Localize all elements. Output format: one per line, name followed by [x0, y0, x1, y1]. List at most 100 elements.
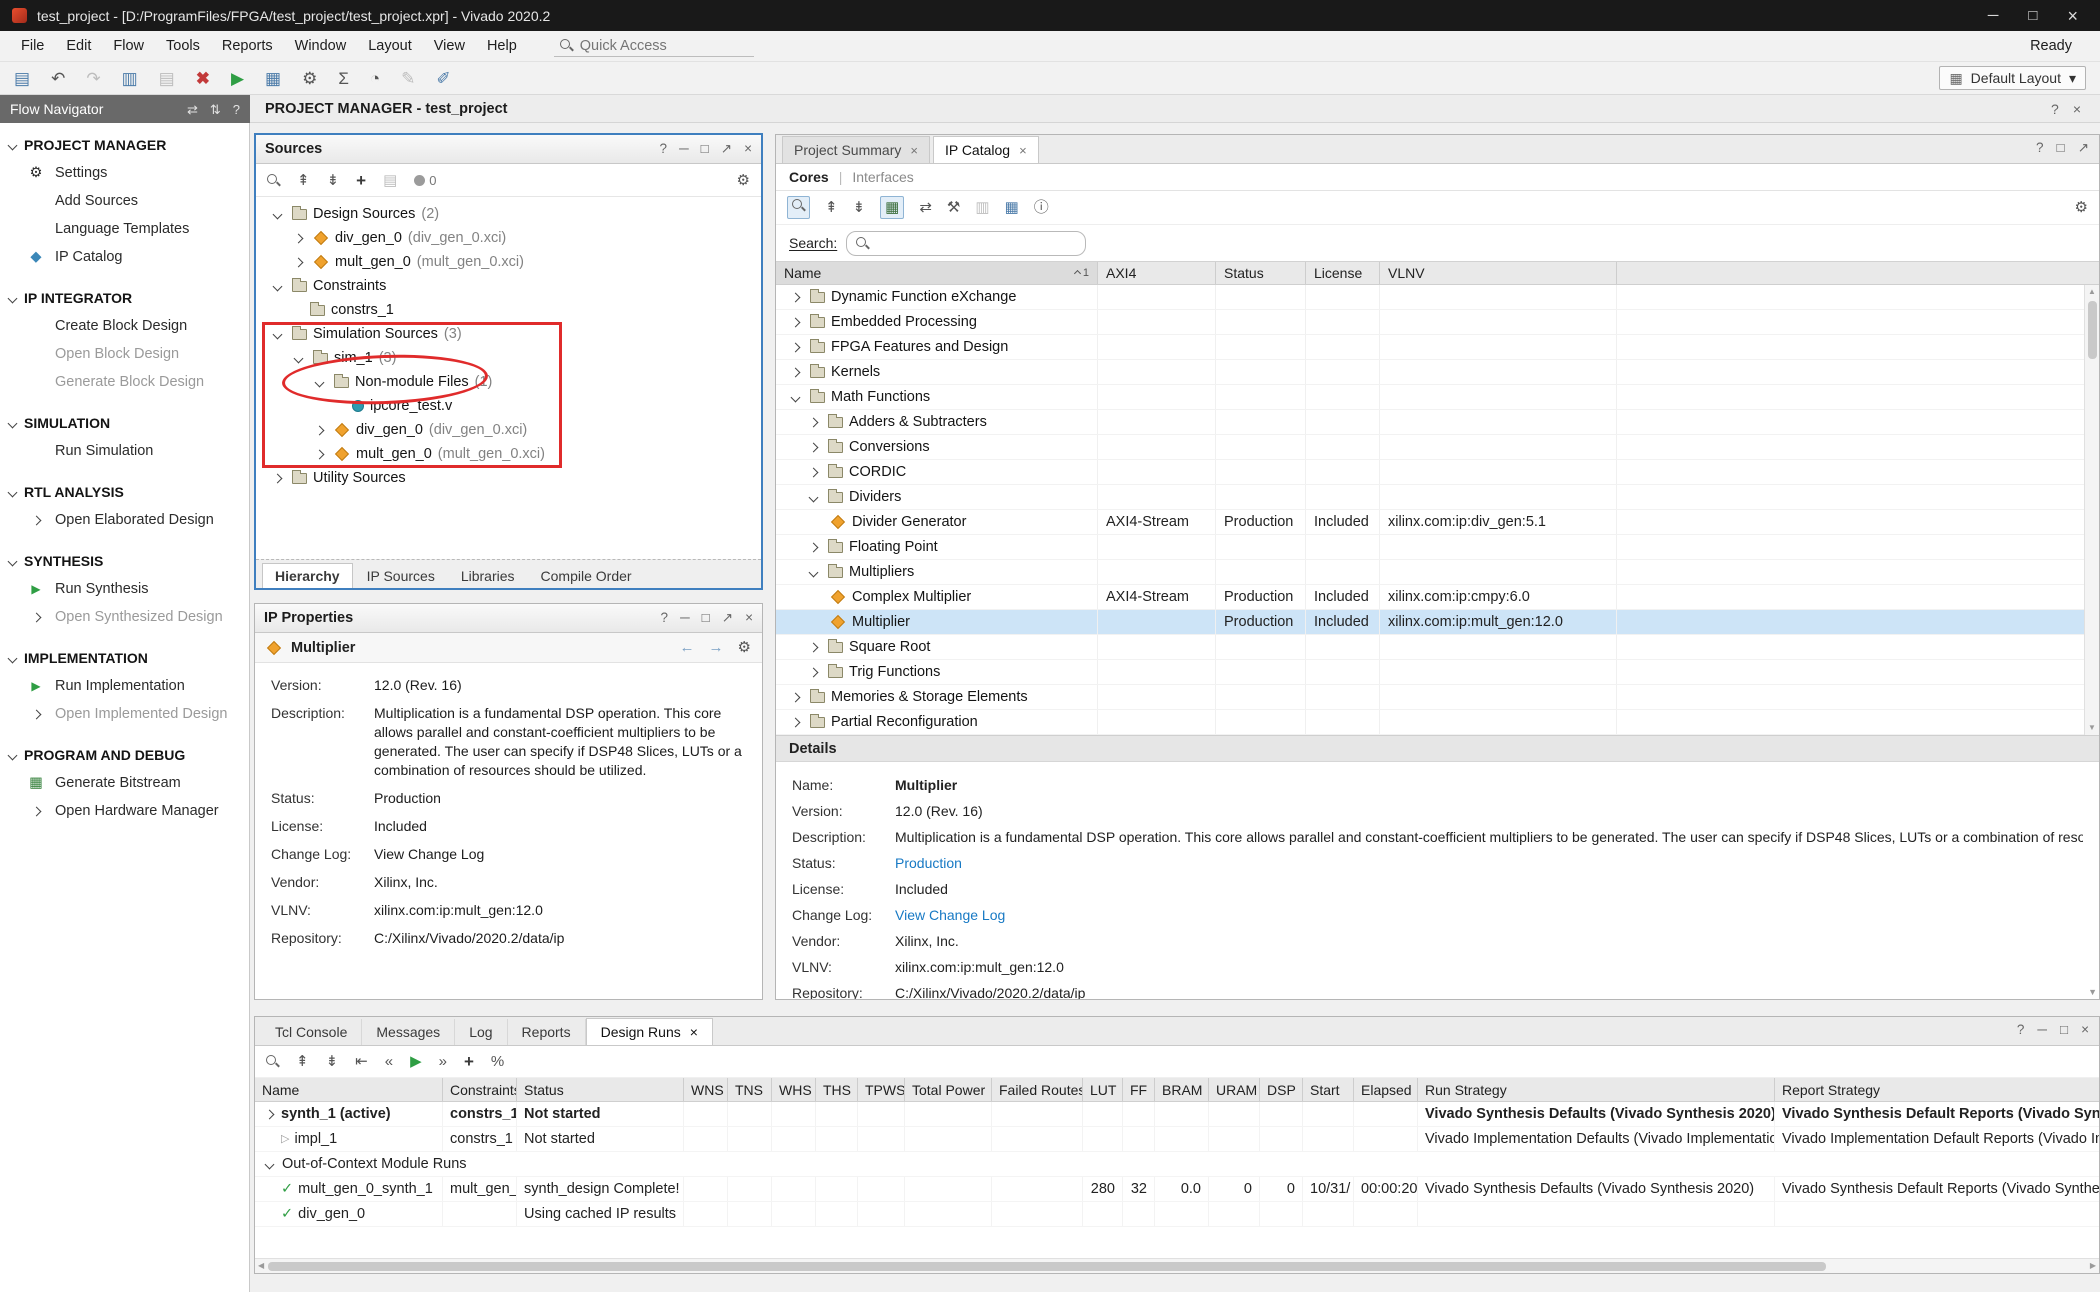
add-to-design-icon[interactable] [919, 200, 932, 215]
catalog-row-dividers[interactable]: Dividers [776, 485, 2099, 510]
help-icon[interactable] [2051, 102, 2059, 116]
tab-project-summary[interactable]: Project Summary [782, 136, 930, 163]
nav-run-simulation[interactable]: Run Simulation [0, 437, 249, 465]
catalog-row[interactable]: Floating Point [776, 535, 2099, 560]
nav-open-hardware-manager[interactable]: Open Hardware Manager [0, 797, 249, 825]
menu-layout[interactable]: Layout [357, 34, 423, 58]
collapse-chevron-icon[interactable] [289, 355, 307, 362]
column-tns[interactable]: TNS [728, 1078, 772, 1101]
expand-chevron-icon[interactable] [289, 235, 307, 242]
search-icon[interactable] [267, 174, 280, 187]
close-tab-icon[interactable] [910, 144, 918, 157]
tree-row-non-module-files[interactable]: Non-module Files(1) [256, 370, 761, 394]
collapse-chevron-icon[interactable] [804, 494, 822, 501]
layout-selector[interactable]: Default Layout [1939, 66, 2086, 90]
column-start[interactable]: Start [1303, 1078, 1354, 1101]
scrollbar-thumb[interactable] [2088, 301, 2097, 359]
wand-icon[interactable] [436, 70, 450, 87]
expand-chevron-icon[interactable] [289, 259, 307, 266]
column-tpws[interactable]: TPWS [858, 1078, 905, 1101]
catalog-row[interactable]: CORDIC [776, 460, 2099, 485]
maximize-window-icon[interactable] [2028, 8, 2037, 23]
maximize-panel-icon[interactable] [701, 142, 709, 156]
expand-all-icon[interactable] [326, 1054, 339, 1069]
run-row-synth-1[interactable]: synth_1 (active) constrs_1 Not started V… [255, 1102, 2099, 1127]
tree-row-ipcore-test-v[interactable]: ipcore_test.v [256, 394, 761, 418]
column-name[interactable]: Name1 [776, 262, 1098, 284]
step-forward-icon[interactable] [439, 1054, 447, 1069]
collapse-all-icon[interactable] [297, 173, 310, 188]
settings-gear-icon[interactable] [302, 70, 317, 87]
tab-compile-order[interactable]: Compile Order [529, 564, 644, 588]
column-whs[interactable]: WHS [772, 1078, 816, 1101]
menu-view[interactable]: View [423, 34, 476, 58]
subtab-cores[interactable]: Cores [789, 169, 829, 185]
timing-icon[interactable] [370, 70, 380, 87]
expand-chevron-icon[interactable] [310, 451, 328, 458]
help-icon[interactable] [233, 103, 240, 116]
column-ths[interactable]: THS [816, 1078, 858, 1101]
catalog-row[interactable]: FPGA Features and Design [776, 335, 2099, 360]
column-axi4[interactable]: AXI4 [1098, 262, 1216, 284]
horizontal-scrollbar[interactable] [255, 1258, 2099, 1273]
undo-icon[interactable] [51, 70, 65, 87]
column-bram[interactable]: BRAM [1155, 1078, 1209, 1101]
catalog-row[interactable]: Partial Reconfiguration [776, 710, 2099, 735]
scroll-up-icon[interactable] [2088, 288, 2096, 296]
column-run-strategy[interactable]: Run Strategy [1418, 1078, 1775, 1101]
maximize-panel-icon[interactable] [702, 611, 710, 625]
expand-all-icon[interactable] [853, 200, 866, 215]
open-file-icon[interactable] [383, 173, 397, 188]
catalog-row[interactable]: Square Root [776, 635, 2099, 660]
catalog-row[interactable]: Trig Functions [776, 660, 2099, 685]
tab-tcl-console[interactable]: Tcl Console [261, 1019, 362, 1045]
copy-icon[interactable] [122, 70, 138, 87]
tab-ip-sources[interactable]: IP Sources [355, 564, 447, 588]
tree-row-mult-gen[interactable]: mult_gen_0(mult_gen_0.xci) [256, 250, 761, 274]
menu-reports[interactable]: Reports [211, 34, 284, 58]
expand-all-icon[interactable] [327, 173, 340, 188]
search-toggle[interactable] [787, 196, 810, 219]
tab-messages[interactable]: Messages [362, 1019, 455, 1045]
expand-chevron-icon[interactable] [804, 469, 822, 476]
column-name[interactable]: Name [255, 1078, 443, 1101]
info-icon[interactable] [1034, 200, 1049, 215]
tree-row-constrs-1[interactable]: constrs_1 [256, 298, 761, 322]
column-elapsed[interactable]: Elapsed [1354, 1078, 1418, 1101]
changelog-link[interactable]: View Change Log [895, 902, 2083, 928]
settings-gear-icon[interactable] [738, 640, 751, 655]
expand-chevron-icon[interactable] [804, 644, 822, 651]
sum-icon[interactable] [338, 70, 349, 87]
section-implementation[interactable]: IMPLEMENTATION [0, 644, 249, 672]
catalog-search-box[interactable] [846, 231, 1086, 256]
close-panel-icon[interactable] [744, 142, 752, 156]
quick-access-search[interactable] [554, 36, 754, 57]
paste-icon[interactable] [159, 70, 175, 87]
column-uram[interactable]: URAM [1209, 1078, 1260, 1101]
expand-chevron-icon[interactable] [804, 669, 822, 676]
column-status[interactable]: Status [1216, 262, 1306, 284]
menu-flow[interactable]: Flow [102, 34, 155, 58]
column-status[interactable]: Status [517, 1078, 684, 1101]
status-value[interactable]: Production [374, 789, 746, 808]
tree-row-sim-1[interactable]: sim_1(3) [256, 346, 761, 370]
column-lut[interactable]: LUT [1083, 1078, 1123, 1101]
help-icon[interactable] [660, 142, 668, 156]
tree-row-constraints[interactable]: Constraints [256, 274, 761, 298]
nav-settings[interactable]: Settings [0, 159, 249, 187]
tree-row-simulation-sources[interactable]: Simulation Sources(3) [256, 322, 761, 346]
nav-open-elaborated-design[interactable]: Open Elaborated Design [0, 506, 249, 534]
scroll-left-icon[interactable] [258, 1262, 264, 1270]
run-row-div-gen[interactable]: div_gen_0 Using cached IP results [255, 1202, 2099, 1227]
expand-chevron-icon[interactable] [786, 719, 804, 726]
nav-generate-bitstream[interactable]: Generate Bitstream [0, 769, 249, 797]
run-row-group-ooc[interactable]: Out-of-Context Module Runs [255, 1152, 2099, 1177]
nav-add-sources[interactable]: Add Sources [0, 187, 249, 215]
redo-icon[interactable] [86, 70, 100, 87]
customize-ip-icon[interactable] [947, 200, 960, 215]
tab-libraries[interactable]: Libraries [449, 564, 527, 588]
create-run-icon[interactable] [464, 1053, 474, 1070]
tree-row-utility-sources[interactable]: Utility Sources [256, 466, 761, 490]
tree-row-design-sources[interactable]: Design Sources(2) [256, 202, 761, 226]
catalog-settings-icon[interactable] [1005, 200, 1019, 215]
